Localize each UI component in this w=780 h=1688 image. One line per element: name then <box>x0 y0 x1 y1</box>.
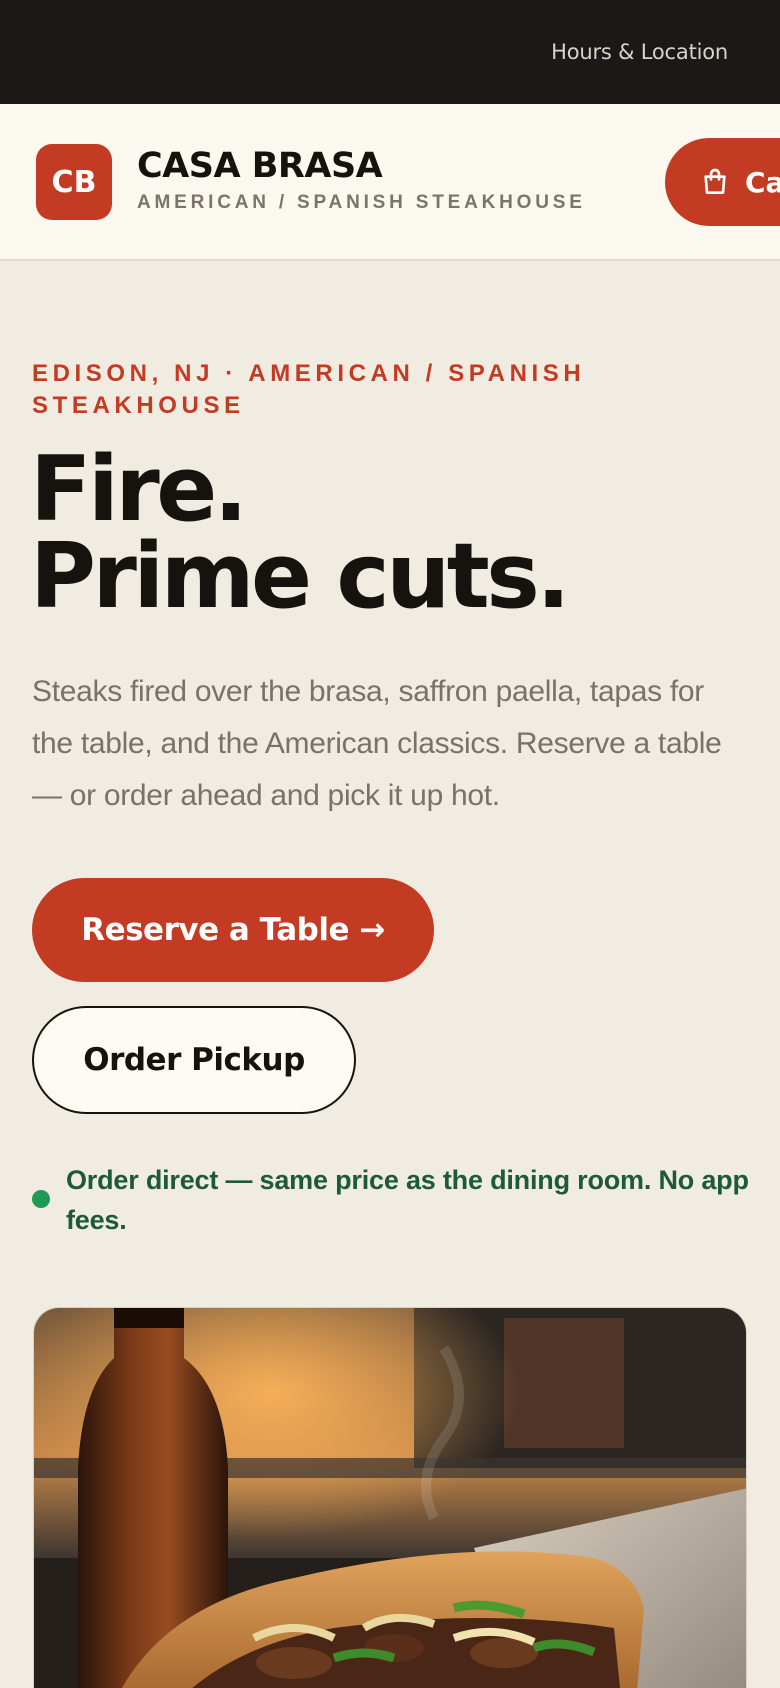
hours-location-link[interactable]: Hours & Location <box>551 40 728 64</box>
reserve-table-button[interactable]: Reserve a Table → <box>32 878 434 982</box>
logo-badge[interactable]: CB <box>36 144 112 220</box>
hero-photo-illustration <box>34 1308 746 1688</box>
hero-photo <box>33 1307 747 1688</box>
site-header: CB CASA BRASA AMERICAN / SPANISH STEAKHO… <box>0 104 780 261</box>
top-bar: Hours & Location <box>0 0 780 104</box>
status-dot <box>32 1190 50 1208</box>
hero-title: Fire. Prime cuts. <box>30 445 750 622</box>
cart-label: Ca <box>745 165 780 199</box>
brand-subtitle: AMERICAN / SPANISH STEAKHOUSE <box>137 192 586 213</box>
brand-name[interactable]: CASA BRASA <box>137 146 383 186</box>
hero-title-line-2: Prime cuts. <box>30 524 571 629</box>
direct-order-note: Order direct — same price as the dining … <box>66 1165 749 1235</box>
shopping-bag-icon <box>704 168 726 194</box>
cart-button[interactable]: Ca <box>665 138 780 226</box>
hero-description: Steaks fired over the brasa, saffron pae… <box>32 675 722 812</box>
order-pickup-button[interactable]: Order Pickup <box>32 1006 356 1114</box>
hero-eyebrow: EDISON, NJ · AMERICAN / SPANISH STEAKHOU… <box>32 360 586 419</box>
